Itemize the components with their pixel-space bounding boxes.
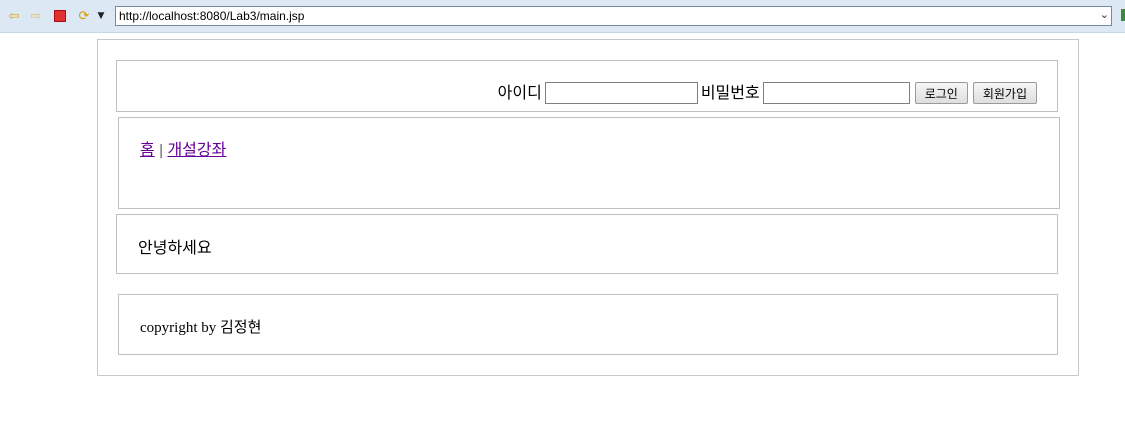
id-label: 아이디 (497, 83, 542, 102)
footer-panel: copyright by 김정현 (118, 294, 1058, 355)
url-input[interactable] (119, 8, 1089, 24)
nav-link-home[interactable]: 홈 (140, 140, 155, 159)
password-label: 비밀번호 (700, 83, 760, 102)
id-input[interactable] (544, 82, 698, 104)
go-icon[interactable] (1121, 9, 1125, 21)
password-input[interactable] (762, 82, 910, 104)
nav-link-courses[interactable]: 개설강좌 (167, 140, 226, 159)
forward-arrow-icon[interactable]: ⇨ (28, 8, 44, 24)
refresh-icon[interactable]: ⟳ (76, 8, 92, 24)
stop-icon[interactable] (52, 8, 68, 24)
greeting-text: 안녕하세요 (138, 238, 212, 257)
dropdown-icon[interactable]: ▼ (95, 8, 107, 24)
back-arrow-icon[interactable]: ⇦ (6, 8, 22, 24)
browser-toolbar: ⇦ ⇨ ⟳ ▼ ⌄ (0, 0, 1125, 33)
login-button[interactable]: 로그인 (914, 82, 968, 104)
address-bar[interactable]: ⌄ (115, 6, 1112, 26)
login-panel: 아이디 비밀번호 로그인 회원가입 (116, 60, 1058, 112)
url-history-chevron-icon[interactable]: ⌄ (1100, 8, 1109, 21)
nav-menu: 홈 | 개설강좌 (118, 117, 1060, 209)
signup-button[interactable]: 회원가입 (972, 82, 1037, 104)
nav-separator: | (158, 143, 164, 159)
content-panel: 안녕하세요 (116, 214, 1058, 274)
copyright-text: copyright by 김정현 (140, 320, 262, 336)
